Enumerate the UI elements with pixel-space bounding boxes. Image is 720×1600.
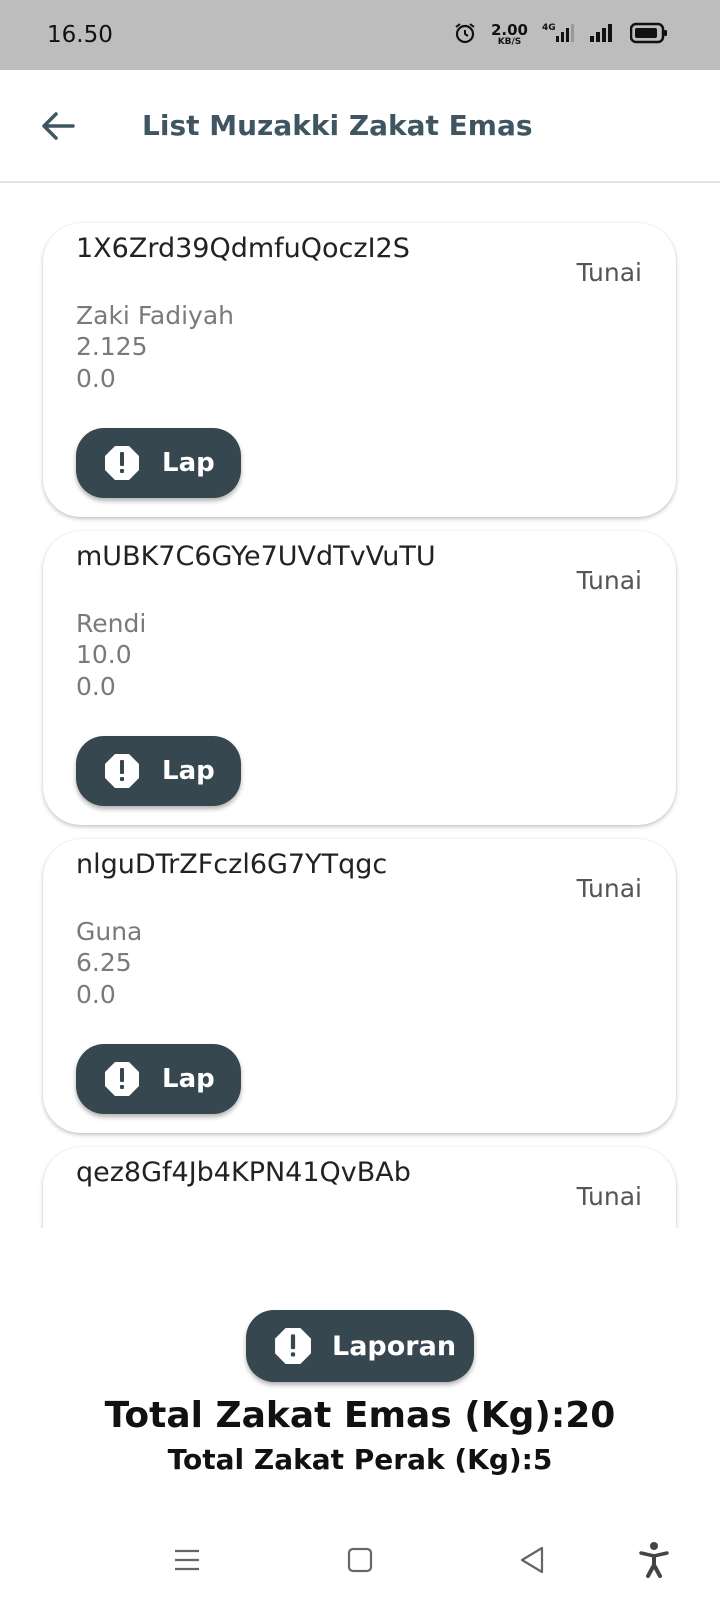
net-speed-value: 2.00 [490,21,528,39]
item-id: qez8Gf4Jb4KPN41QvBAb [76,1157,411,1188]
list-item[interactable]: nlguDTrZFczl6G7YTqgc Tunai Guna 6.25 0.0… [43,839,676,1133]
alert-octagon-icon [105,446,139,480]
lap-button[interactable]: Lap [76,428,241,498]
nav-back-button[interactable] [510,1538,554,1582]
signal-4g-icon: 4G [542,21,576,49]
lap-button-label: Lap [162,1064,215,1094]
network-type-label: 4G [542,23,556,33]
alarm-icon [453,21,477,49]
item-method: Tunai [576,566,642,595]
lap-button[interactable]: Lap [76,736,241,806]
muzakki-list[interactable]: 1X6Zrd39QdmfuQoczI2S Tunai Zaki Fadiyah … [0,183,720,1228]
lap-button-label: Lap [162,448,215,478]
list-item[interactable]: mUBK7C6GYe7UVdTvVuTU Tunai Rendi 10.0 0.… [43,531,676,825]
item-value-1: 2.125 [76,332,148,361]
list-item[interactable]: 1X6Zrd39QdmfuQoczI2S Tunai Zaki Fadiyah … [43,223,676,517]
net-speed-unit: KB/S [497,37,522,47]
nav-home-button[interactable] [338,1538,382,1582]
menu-icon [175,1549,199,1571]
alert-octagon-icon [105,1062,139,1096]
system-nav-bar [0,1520,720,1600]
status-time: 16.50 [47,22,113,48]
app-bar: List Muzakki Zakat Emas [0,70,720,183]
item-method: Tunai [576,1182,642,1211]
item-value-2: 0.0 [76,672,116,701]
list-item[interactable]: qez8Gf4Jb4KPN41QvBAb Tunai [43,1147,676,1228]
page-title: List Muzakki Zakat Emas [142,109,533,142]
nav-menu-button[interactable] [165,1538,209,1582]
item-id: mUBK7C6GYe7UVdTvVuTU [76,541,436,572]
total-gold-text: Total Zakat Emas (Kg):20 [104,1395,616,1436]
item-method: Tunai [576,874,642,903]
total-silver-text: Total Zakat Perak (Kg):5 [167,1443,553,1476]
status-bar: 16.50 2.00 KB/S 4G [0,0,720,70]
accessibility-icon [639,1542,669,1578]
net-speed: 2.00 KB/S [491,23,528,47]
item-name: Rendi [76,609,147,638]
square-icon [347,1547,373,1573]
item-value-1: 6.25 [76,948,132,977]
item-value-1: 10.0 [76,640,132,669]
item-method: Tunai [576,258,642,287]
report-button-label: Laporan [332,1330,457,1362]
status-icons: 2.00 KB/S 4G [453,21,668,49]
back-button[interactable] [28,96,88,156]
item-name: Zaki Fadiyah [76,301,234,330]
alert-octagon-icon [105,754,139,788]
lap-button[interactable]: Lap [76,1044,241,1114]
arrow-left-icon [42,111,75,140]
item-id: 1X6Zrd39QdmfuQoczI2S [76,233,410,264]
signal-icon [590,21,616,49]
item-value-2: 0.0 [76,980,116,1009]
item-name: Guna [76,917,143,946]
alert-octagon-icon [275,1328,311,1364]
report-button[interactable]: Laporan [246,1310,474,1382]
triangle-back-icon [520,1546,544,1574]
accessibility-button[interactable] [632,1538,676,1582]
item-id: nlguDTrZFczl6G7YTqgc [76,849,388,880]
battery-icon [629,22,668,48]
item-value-2: 0.0 [76,364,116,393]
lap-button-label: Lap [162,756,215,786]
